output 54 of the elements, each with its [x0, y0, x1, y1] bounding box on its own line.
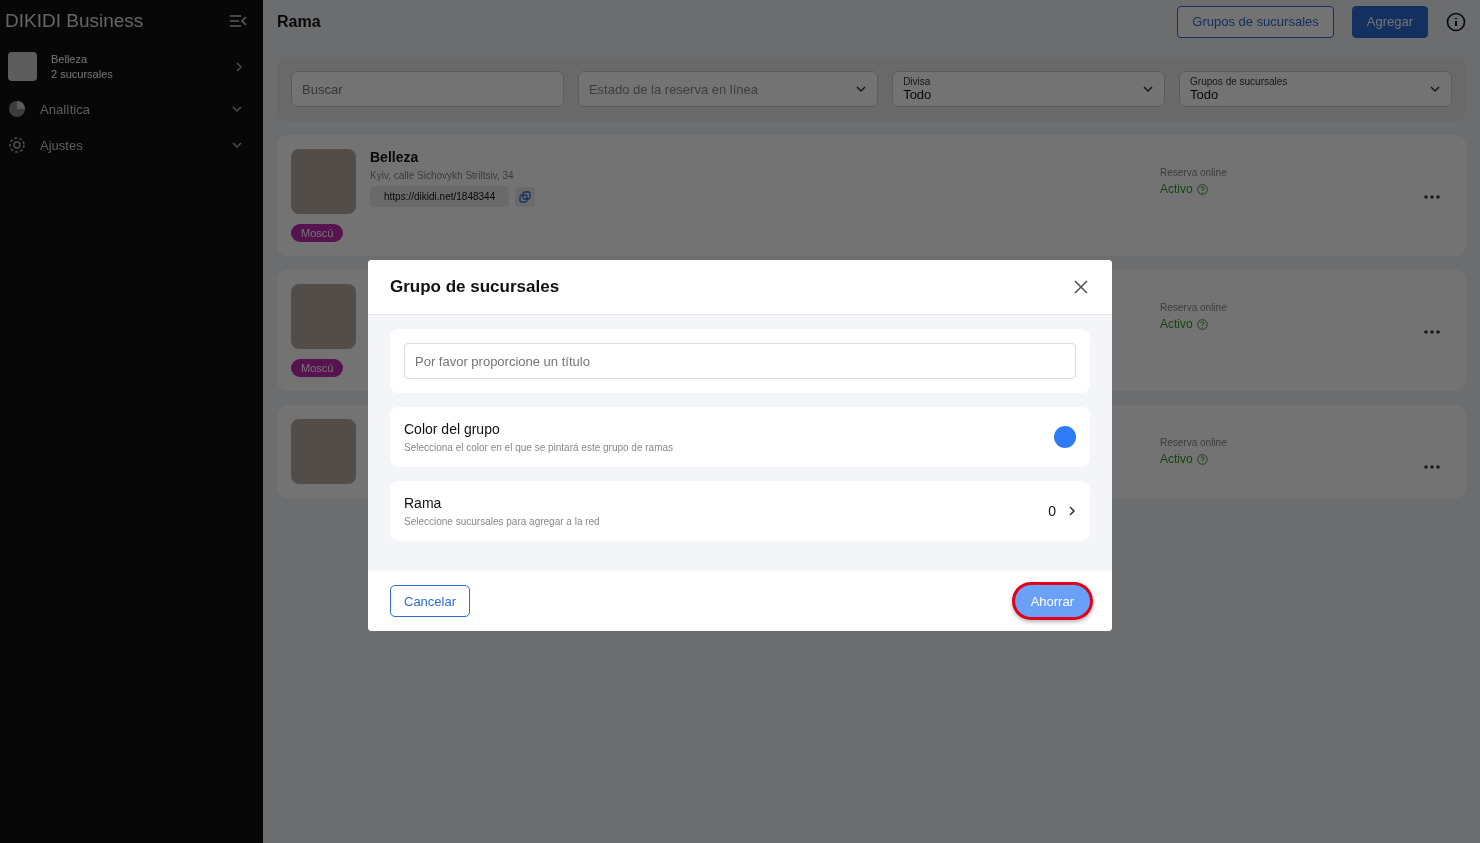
city-tag: Moscú	[291, 224, 344, 242]
chevron-down-icon	[231, 105, 243, 113]
account-subtitle: 2 sucursales	[51, 68, 114, 80]
account-item[interactable]: Belleza 2 sucursales	[0, 42, 263, 91]
branch-row[interactable]: Rama Seleccione sucursales para agregar a la red 0	[390, 481, 1090, 541]
row-subtitle: Seleccione sucursales para agregar a la red	[404, 516, 601, 527]
row-title: Rama	[404, 495, 443, 511]
chevron-down-icon	[231, 141, 243, 149]
account-avatar	[8, 52, 37, 81]
help-icon	[1196, 453, 1208, 465]
chevron-right-icon	[1068, 505, 1076, 517]
nav-item[interactable]: Ajustes	[0, 127, 263, 163]
nav-item[interactable]: Analítica	[0, 91, 263, 127]
save-button[interactable]: Ahorrar	[1014, 585, 1090, 617]
search-field[interactable]: Buscar	[291, 71, 564, 107]
pie-chart-icon	[8, 100, 26, 118]
account-name: Belleza	[51, 53, 89, 65]
color-row[interactable]: Color del grupo Selecciona el color en el que se pintará este grupo de ramas	[390, 407, 1090, 467]
branch-name: Belleza	[370, 149, 420, 165]
branch-count: 0	[1048, 503, 1056, 519]
help-icon	[1196, 183, 1208, 195]
header-button[interactable]: Agregar	[1351, 5, 1428, 38]
cancel-button[interactable]: Cancelar	[390, 585, 471, 617]
title-field[interactable]: Por favor proporcione un título	[404, 343, 1076, 379]
more-icon[interactable]	[1424, 330, 1440, 334]
copy-button[interactable]	[515, 186, 536, 207]
filter-dropdown[interactable]: Grupos de sucursales Todo	[1179, 71, 1452, 107]
row-subtitle: Selecciona el color en el que se pintará este grupo de ramas	[404, 442, 675, 453]
chevron-down-icon	[855, 85, 868, 93]
branch-link[interactable]: https://dikidi.net/1848344	[370, 186, 510, 207]
menu-collapse-icon[interactable]	[229, 14, 247, 28]
brand-name: DIKIDI Business	[5, 10, 144, 32]
more-icon[interactable]	[1424, 465, 1440, 469]
chevron-down-icon	[1142, 85, 1155, 93]
close-button[interactable]	[1072, 278, 1090, 296]
page-title: Rama	[277, 12, 321, 31]
filter-dropdown[interactable]: Divisa Todo	[892, 71, 1166, 107]
status-value: Activo	[1160, 452, 1193, 466]
chevron-down-icon	[1429, 85, 1441, 93]
photo-placeholder	[291, 149, 356, 214]
photo-placeholder	[291, 419, 356, 484]
help-icon	[1196, 318, 1208, 330]
photo-placeholder	[291, 284, 356, 349]
city-tag: Moscú	[291, 359, 344, 377]
row-title: Color del grupo	[404, 421, 501, 437]
settings-icon	[8, 136, 26, 154]
status-value: Activo	[1160, 317, 1193, 331]
color-swatch[interactable]	[1054, 426, 1076, 448]
chevron-right-icon	[235, 60, 243, 73]
info-icon[interactable]	[1446, 11, 1466, 32]
more-icon[interactable]	[1424, 195, 1440, 199]
status-value: Activo	[1160, 182, 1193, 196]
dialog-title: Grupo de sucursales	[390, 277, 560, 297]
header-button[interactable]: Grupos de sucursales	[1177, 5, 1334, 38]
